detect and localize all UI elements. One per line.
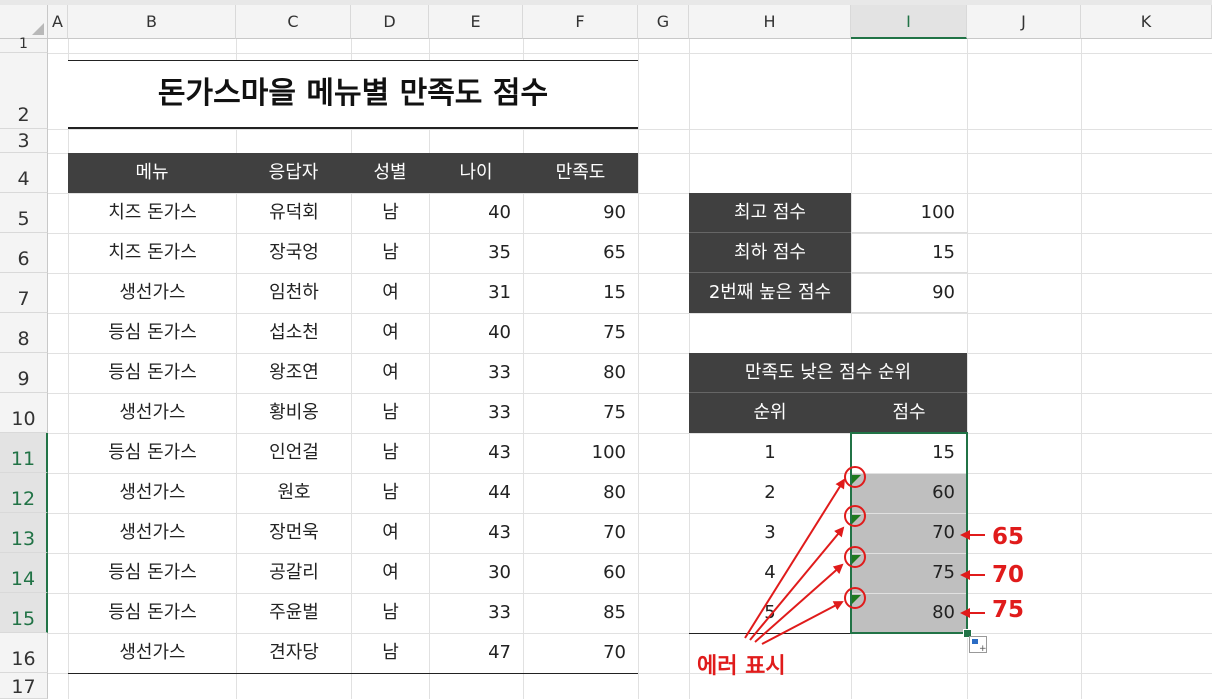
error-circle — [844, 587, 866, 609]
correct-value-label: 75 — [992, 597, 1025, 623]
error-label: 에러 표시 — [697, 654, 786, 679]
annotation-overlay — [744, 466, 985, 645]
error-circle — [844, 505, 866, 527]
arrow — [749, 526, 845, 641]
error-circle — [844, 466, 866, 488]
correct-value-label: 70 — [992, 562, 1025, 588]
arrow — [761, 601, 844, 645]
error-circle — [844, 546, 866, 568]
correct-value-label: 65 — [992, 524, 1025, 550]
arrow — [744, 478, 846, 639]
arrow — [754, 563, 844, 643]
